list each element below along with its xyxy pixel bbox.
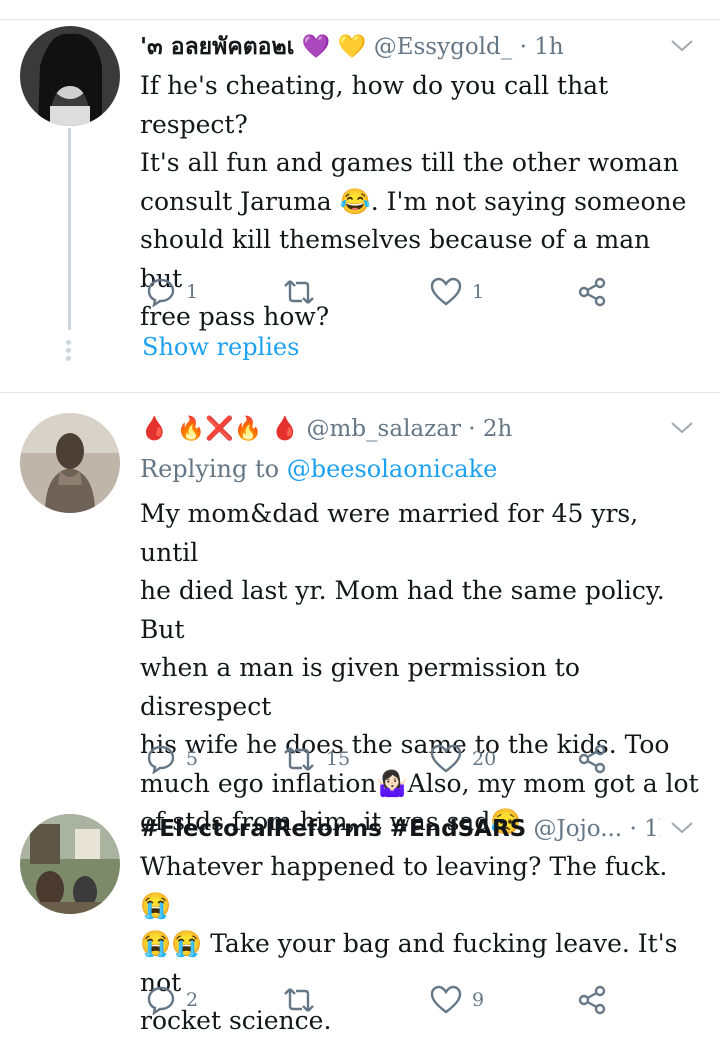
like-button[interactable]: 9 <box>430 980 484 1020</box>
replying-to-link[interactable]: @beesolaonicake <box>287 455 498 483</box>
share-icon <box>578 277 606 307</box>
avatar[interactable] <box>20 413 120 513</box>
reply-button[interactable]: 2 <box>146 980 198 1020</box>
thread-dots <box>66 337 72 364</box>
text-line: It's all fun and games till the other wo… <box>140 148 679 177</box>
reply-count: 2 <box>186 989 199 1011</box>
retweet-icon <box>284 988 314 1012</box>
heart-icon <box>430 985 462 1014</box>
show-replies-link[interactable]: Show replies <box>142 333 299 361</box>
heart-icon <box>430 744 462 773</box>
action-bar: 2 9 <box>140 980 700 1020</box>
reply-icon <box>147 986 175 1015</box>
like-button[interactable]: 20 <box>430 739 496 779</box>
share-button[interactable] <box>577 272 607 312</box>
chevron-down-icon[interactable] <box>670 820 694 836</box>
name-emoji: 💜 💛 <box>301 34 367 60</box>
action-bar: 1 1 <box>140 272 700 312</box>
share-icon <box>578 744 606 774</box>
user-handle[interactable]: @mb_salazar <box>307 416 461 442</box>
share-button[interactable] <box>577 980 607 1020</box>
tweet-header: 🩸 🔥❌🔥 🩸 @mb_salazar · 2h <box>140 414 660 444</box>
avatar[interactable] <box>20 26 120 126</box>
reply-button[interactable]: 5 <box>146 739 198 779</box>
text-line: My mom&dad were married for 45 yrs, unti… <box>140 499 639 567</box>
tweet-header: ิ'๓ อลยพัคตอ๒เ 💜 💛 @Essygold_ · 1h <box>140 32 660 62</box>
user-handle[interactable]: @Jojo... <box>534 816 623 842</box>
chevron-down-icon[interactable] <box>670 420 694 436</box>
tweet-2[interactable]: 🩸 🔥❌🔥 🩸 @mb_salazar · 2h Replying to @be… <box>0 393 720 836</box>
timestamp[interactable]: 2h <box>483 416 512 442</box>
avatar[interactable] <box>20 814 120 914</box>
retweet-icon <box>284 280 314 304</box>
retweet-button[interactable] <box>282 980 326 1020</box>
display-name[interactable]: 🩸 🔥❌🔥 🩸 <box>140 416 299 442</box>
display-name[interactable]: #ElectoralReforms #EndSARS <box>140 816 526 842</box>
text-line: consult Jaruma 😂. I'm not saying someone <box>140 186 687 216</box>
heart-icon <box>430 277 462 306</box>
reply-button[interactable]: 1 <box>146 272 198 312</box>
share-button[interactable] <box>577 739 607 779</box>
retweet-button[interactable]: 15 <box>282 739 350 779</box>
timestamp[interactable]: 1h <box>644 816 660 842</box>
tweet-3[interactable]: #ElectoralReforms #EndSARS @Jojo... · 1h… <box>0 800 720 1045</box>
chevron-down-icon[interactable] <box>670 38 694 54</box>
like-count: 1 <box>472 281 485 303</box>
like-button[interactable]: 1 <box>430 272 484 312</box>
timestamp[interactable]: 1h <box>534 34 563 60</box>
action-bar: 5 15 20 <box>140 739 700 779</box>
text-line: he died last yr. Mom had the same policy… <box>140 576 665 644</box>
reply-count: 5 <box>186 748 199 770</box>
text-line: when a man is given permission to disres… <box>140 653 580 721</box>
display-name[interactable]: ิ'๓ อลยพัคตอ๒เ <box>140 34 294 60</box>
retweet-button[interactable] <box>282 272 326 312</box>
tweet-header: #ElectoralReforms #EndSARS @Jojo... · 1h <box>140 814 660 844</box>
replying-prefix: Replying to <box>140 455 287 483</box>
text-line: Whatever happened to leaving? The fuck. … <box>140 852 668 920</box>
tweet-1[interactable]: ิ'๓ อลยพัคตอ๒เ 💜 💛 @Essygold_ · 1h If he… <box>0 0 720 392</box>
like-count: 20 <box>472 748 497 770</box>
user-handle[interactable]: @Essygold_ <box>374 34 513 60</box>
reply-icon <box>147 278 175 307</box>
separator-dot: · <box>629 816 637 842</box>
reply-count: 1 <box>186 281 199 303</box>
reply-icon <box>147 745 175 774</box>
separator-dot: · <box>468 416 476 442</box>
like-count: 9 <box>472 989 485 1011</box>
tweet-text: My mom&dad were married for 45 yrs, unti… <box>140 495 700 842</box>
share-icon <box>578 985 606 1015</box>
retweet-icon <box>284 747 314 771</box>
text-line: If he's cheating, how do you call that r… <box>140 71 609 139</box>
retweet-count: 15 <box>326 748 351 770</box>
replying-to: Replying to @beesolaonicake <box>140 454 497 484</box>
thread-line <box>68 128 71 330</box>
separator-dot: · <box>519 34 527 60</box>
